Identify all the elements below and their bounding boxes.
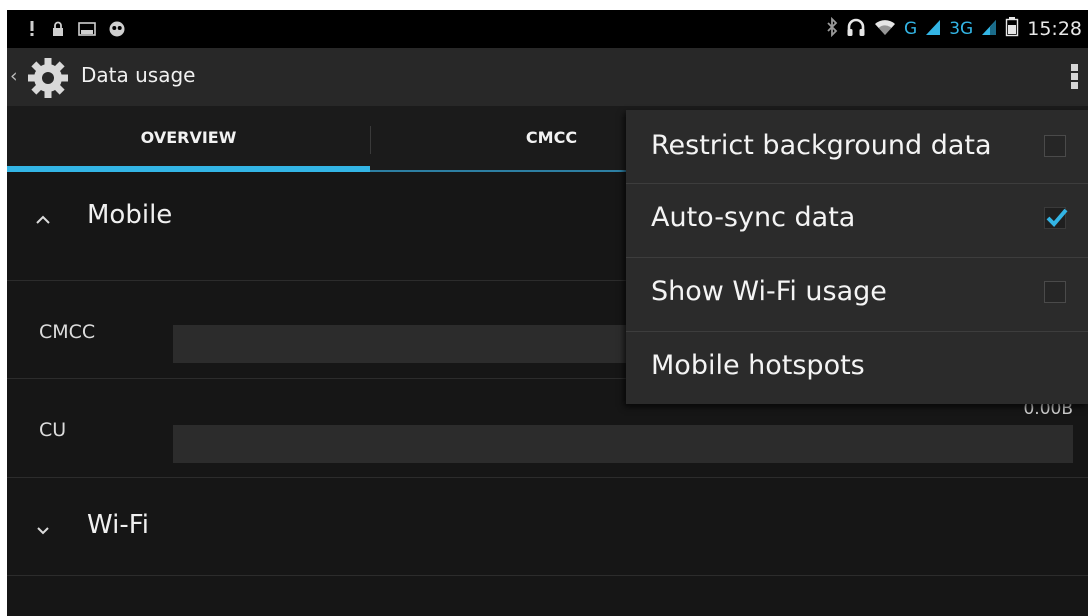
alert-icon — [27, 19, 37, 39]
status-bar: G 3G 15:28 — [7, 10, 1088, 48]
usage-bar — [173, 425, 1073, 463]
section-wifi[interactable]: Wi-Fi — [7, 478, 1088, 573]
image-notification-icon — [77, 19, 97, 39]
network-type-1: G — [904, 19, 918, 39]
headset-icon — [846, 17, 866, 41]
overflow-menu: Restrict background data Auto-sync data … — [626, 110, 1088, 404]
menu-item-auto-sync-data[interactable]: Auto-sync data — [626, 184, 1088, 258]
signal-icon — [925, 18, 941, 40]
up-caret-icon[interactable]: ‹ — [10, 65, 18, 87]
page-title: Data usage — [81, 63, 196, 87]
gear-icon[interactable] — [26, 56, 70, 100]
usage-label: CMCC — [39, 321, 96, 343]
chevron-up-icon — [35, 206, 51, 231]
android-alien-icon — [107, 19, 127, 39]
menu-item-mobile-hotspots[interactable]: Mobile hotspots — [626, 332, 1088, 406]
menu-item-label: Show Wi-Fi usage — [651, 276, 887, 307]
lock-icon — [51, 19, 65, 39]
menu-item-label: Mobile hotspots — [651, 350, 865, 381]
show-wifi-usage-checkbox[interactable] — [1044, 281, 1066, 303]
menu-item-label: Restrict background data — [651, 130, 992, 161]
screen: G 3G 15:28 ‹ Data usage OVERVIEW CMCC Mo… — [7, 10, 1088, 616]
restrict-background-data-checkbox[interactable] — [1044, 135, 1066, 157]
section-title-mobile: Mobile — [87, 200, 173, 230]
auto-sync-data-checkbox[interactable] — [1044, 207, 1068, 229]
overflow-menu-icon[interactable] — [1067, 62, 1081, 92]
wifi-icon — [874, 18, 896, 40]
divider — [7, 575, 1088, 576]
tab-overview[interactable]: OVERVIEW — [7, 106, 370, 168]
chevron-down-icon — [35, 518, 51, 543]
usage-label: CU — [39, 419, 67, 441]
checkmark-icon — [1046, 208, 1068, 227]
menu-item-label: Auto-sync data — [651, 202, 856, 233]
menu-item-restrict-background-data[interactable]: Restrict background data — [626, 110, 1088, 184]
section-title-wifi: Wi-Fi — [87, 510, 150, 540]
signal-icon — [981, 18, 997, 40]
bluetooth-icon — [826, 16, 838, 41]
battery-icon — [1005, 17, 1019, 41]
action-bar: ‹ Data usage — [7, 48, 1088, 106]
menu-item-show-wifi-usage[interactable]: Show Wi-Fi usage — [626, 258, 1088, 332]
network-type-2: 3G — [949, 19, 974, 39]
clock: 15:28 — [1027, 18, 1082, 40]
